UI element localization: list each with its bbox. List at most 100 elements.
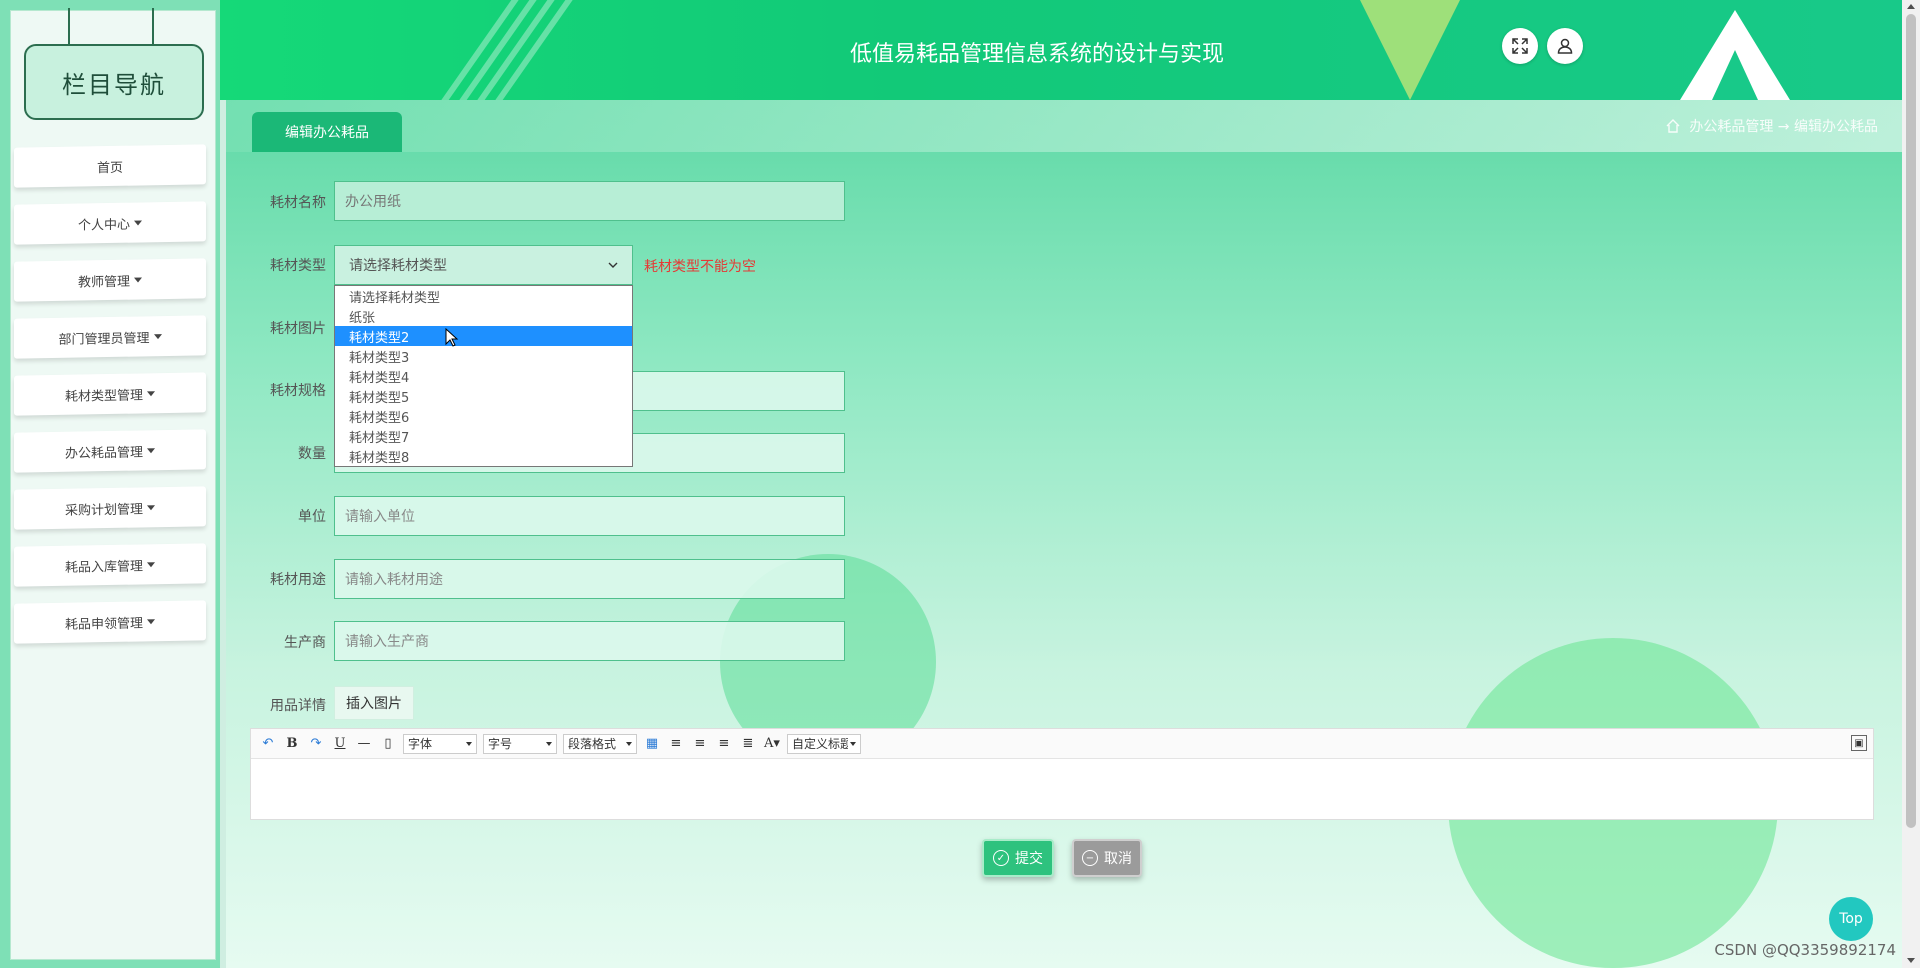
caret-down-icon <box>147 561 155 567</box>
dropdown-option[interactable]: 纸张 <box>335 306 632 326</box>
sidebar-item-label: 个人中心 <box>77 217 130 234</box>
paragraph-combo[interactable]: 段落格式 <box>563 733 637 754</box>
align-justify-icon[interactable]: ≣ <box>739 735 757 753</box>
tab-label: 编辑办公耗品 <box>285 125 369 141</box>
caret-down-icon <box>153 333 162 339</box>
align-center-icon[interactable]: ≡ <box>691 735 709 753</box>
caret-down-icon <box>147 390 155 396</box>
manufacturer-input-placeholder: 请输入生产商 <box>345 634 429 650</box>
scroll-down-icon[interactable] <box>1907 958 1915 963</box>
unit-input[interactable]: 请输入单位 <box>334 496 845 536</box>
sidebar-item-label: 教师管理 <box>77 274 130 291</box>
sidebar-item-dept-admin-management[interactable]: 部门管理员管理 <box>14 315 206 359</box>
type-select[interactable]: 请选择耗材类型 <box>334 245 633 285</box>
usage-input[interactable]: 请输入耗材用途 <box>334 559 845 599</box>
header-decoration <box>1360 0 1460 100</box>
user-icon <box>1557 38 1573 54</box>
chevron-down-icon <box>850 741 856 746</box>
field-label-type: 耗材类型 <box>270 258 326 274</box>
field-label-usage: 耗材用途 <box>270 572 326 588</box>
mouse-cursor-icon <box>445 328 459 347</box>
header-decoration <box>1712 50 1758 100</box>
fullscreen-button[interactable] <box>1502 28 1538 64</box>
header: 低值易耗品管理信息系统的设计与实现 <box>220 0 1902 100</box>
main-content: 编辑办公耗品 办公耗品管理 → 编辑办公耗品 耗材名称 办公用纸 耗材类型 请选… <box>226 100 1902 968</box>
insert-image-button[interactable]: 插入图片 <box>334 686 414 720</box>
dropdown-option-highlighted[interactable]: 耗材类型2 <box>335 326 632 346</box>
sidebar-item-requisition-management[interactable]: 耗品申领管理 <box>14 600 206 644</box>
sidebar-item-office-supplies-management[interactable]: 办公耗品管理 <box>14 429 206 473</box>
type-dropdown-list: 请选择耗材类型 纸张 耗材类型2 耗材类型3 耗材类型4 耗材类型5 耗材类型6… <box>334 285 633 467</box>
sidebar-item-personal-center[interactable]: 个人中心 <box>14 201 206 245</box>
tab-edit-office-supply[interactable]: 编辑办公耗品 <box>252 112 402 152</box>
check-circle-icon: ✓ <box>993 850 1009 866</box>
redo-icon[interactable]: ↷ <box>307 735 325 753</box>
dropdown-option[interactable]: 耗材类型6 <box>335 406 632 426</box>
align-right-icon[interactable]: ≡ <box>715 735 733 753</box>
underline-icon[interactable]: U <box>331 735 349 753</box>
custom-heading-combo[interactable]: 自定义标题 <box>787 733 861 754</box>
sidebar-item-teacher-management[interactable]: 教师管理 <box>14 258 206 302</box>
breadcrumb-path: 办公耗品管理 → 编辑办公耗品 <box>1689 119 1878 135</box>
rich-text-editor[interactable]: ↶ B ↷ U — ▯ 字体 字号 段落格式 ▦ ≡ ≡ ≡ ≣ A▾ 自定义标… <box>250 728 1874 820</box>
page-icon[interactable]: ▯ <box>379 735 397 753</box>
field-label-image: 耗材图片 <box>270 321 326 337</box>
chevron-down-icon <box>546 741 552 746</box>
sidebar-item-stock-in-management[interactable]: 耗品入库管理 <box>14 543 206 587</box>
scrollbar[interactable] <box>1902 0 1920 968</box>
back-to-top-button[interactable]: Top <box>1829 897 1873 941</box>
dropdown-option[interactable]: 耗材类型5 <box>335 386 632 406</box>
sidebar-item-label: 首页 <box>96 160 123 176</box>
caret-down-icon <box>134 219 142 226</box>
caret-down-icon <box>147 618 155 624</box>
caret-down-icon <box>134 276 142 283</box>
bold-icon[interactable]: B <box>283 735 301 753</box>
name-input[interactable]: 办公用纸 <box>334 181 845 221</box>
watermark: CSDN @QQ3359892174 <box>1714 941 1896 959</box>
content-tab-bar <box>226 100 1902 152</box>
field-label-unit: 单位 <box>298 509 326 525</box>
custom-heading-combo-label: 自定义标题 <box>792 737 848 751</box>
page-title: 低值易耗品管理信息系统的设计与实现 <box>850 42 1225 67</box>
user-button[interactable] <box>1547 28 1583 64</box>
breadcrumb: 办公耗品管理 → 编辑办公耗品 <box>1665 116 1878 136</box>
cancel-button-label: 取消 <box>1104 851 1132 867</box>
horizontal-rule-icon[interactable]: — <box>355 735 373 753</box>
font-color-icon[interactable]: A▾ <box>763 735 781 753</box>
font-combo[interactable]: 字体 <box>403 733 477 754</box>
dropdown-option[interactable]: 耗材类型3 <box>335 346 632 366</box>
submit-button[interactable]: ✓ 提交 <box>982 839 1054 877</box>
usage-input-placeholder: 请输入耗材用途 <box>345 572 443 588</box>
table-icon[interactable]: ▦ <box>643 735 661 753</box>
dropdown-option[interactable]: 耗材类型7 <box>335 426 632 446</box>
editor-toolbar: ↶ B ↷ U — ▯ 字体 字号 段落格式 ▦ ≡ ≡ ≡ ≣ A▾ 自定义标… <box>251 729 1873 759</box>
font-size-combo-label: 字号 <box>488 737 513 751</box>
field-label-manufacturer: 生产商 <box>284 635 326 651</box>
field-label-name: 耗材名称 <box>270 195 326 211</box>
sidebar-item-label: 采购计划管理 <box>64 501 143 519</box>
type-error-message: 耗材类型不能为空 <box>644 259 756 275</box>
dropdown-option[interactable]: 耗材类型4 <box>335 366 632 386</box>
sign-rope-right <box>152 8 154 46</box>
dropdown-option[interactable]: 耗材类型8 <box>335 446 632 466</box>
font-size-combo[interactable]: 字号 <box>483 733 557 754</box>
scrollbar-thumb[interactable] <box>1906 14 1916 828</box>
sidebar-item-label: 部门管理员管理 <box>58 330 150 348</box>
sidebar-item-material-type-management[interactable]: 耗材类型管理 <box>14 372 206 416</box>
undo-icon[interactable]: ↶ <box>259 735 277 753</box>
dropdown-option[interactable]: 请选择耗材类型 <box>335 286 632 306</box>
cancel-button[interactable]: − 取消 <box>1072 839 1142 877</box>
caret-down-icon <box>147 504 155 510</box>
home-icon <box>1666 119 1680 133</box>
sidebar-item-home[interactable]: 首页 <box>14 144 206 188</box>
sidebar-item-label: 耗品入库管理 <box>64 558 143 576</box>
scroll-up-icon[interactable] <box>1907 4 1915 9</box>
name-input-value: 办公用纸 <box>345 194 401 210</box>
field-label-spec: 耗材规格 <box>270 383 326 399</box>
sidebar-item-purchase-plan-management[interactable]: 采购计划管理 <box>14 486 206 530</box>
field-label-details: 用品详情 <box>270 698 326 714</box>
source-view-icon[interactable]: ▣ <box>1851 735 1867 751</box>
align-left-icon[interactable]: ≡ <box>667 735 685 753</box>
manufacturer-input[interactable]: 请输入生产商 <box>334 621 845 661</box>
chevron-down-icon <box>608 262 618 268</box>
